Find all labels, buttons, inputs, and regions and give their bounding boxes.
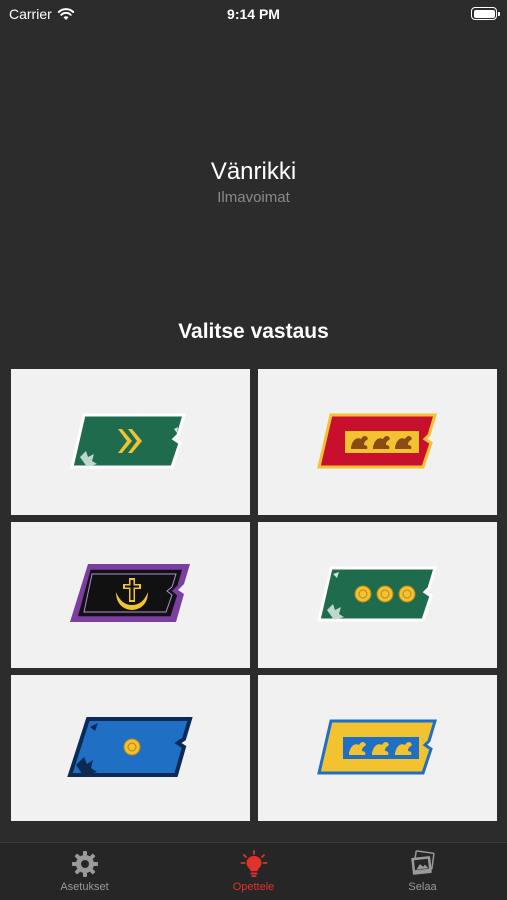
tab-selaa[interactable]: Selaa [338,843,507,900]
answer-option-4[interactable] [258,522,497,668]
tab-label: Selaa [408,881,437,893]
collar-patch-image [69,564,190,622]
tab-opettele[interactable]: Opettele [169,843,338,900]
rank-title: Vänrikki [210,158,297,185]
rank-branch: Ilmavoimat [217,189,290,206]
status-time: 9:14 PM [227,6,280,22]
answer-option-5[interactable] [11,675,250,821]
collar-patch-image [316,413,437,469]
tab-label: Opettele [232,881,275,893]
answer-option-3[interactable] [11,522,250,668]
answer-option-6[interactable] [258,675,497,821]
collar-patch-image [316,566,437,622]
answer-option-1[interactable] [11,369,250,515]
lightbulb-icon [240,850,267,877]
tab-bar: Asetukset Opettele Selaa [0,842,507,900]
status-bar: Carrier 9:14 PM [0,0,507,28]
answer-grid [11,369,497,821]
tab-asetukset[interactable]: Asetukset [0,843,169,900]
tab-label: Asetukset [60,881,109,893]
answer-prompt: Valitse vastaus [178,320,329,343]
collar-patch-image [66,717,193,777]
collar-patch-image [316,719,437,775]
battery-icon [471,7,500,20]
photos-icon [410,850,435,875]
collar-patch-image [69,413,186,469]
answer-option-2[interactable] [258,369,497,515]
gear-icon [71,851,98,877]
